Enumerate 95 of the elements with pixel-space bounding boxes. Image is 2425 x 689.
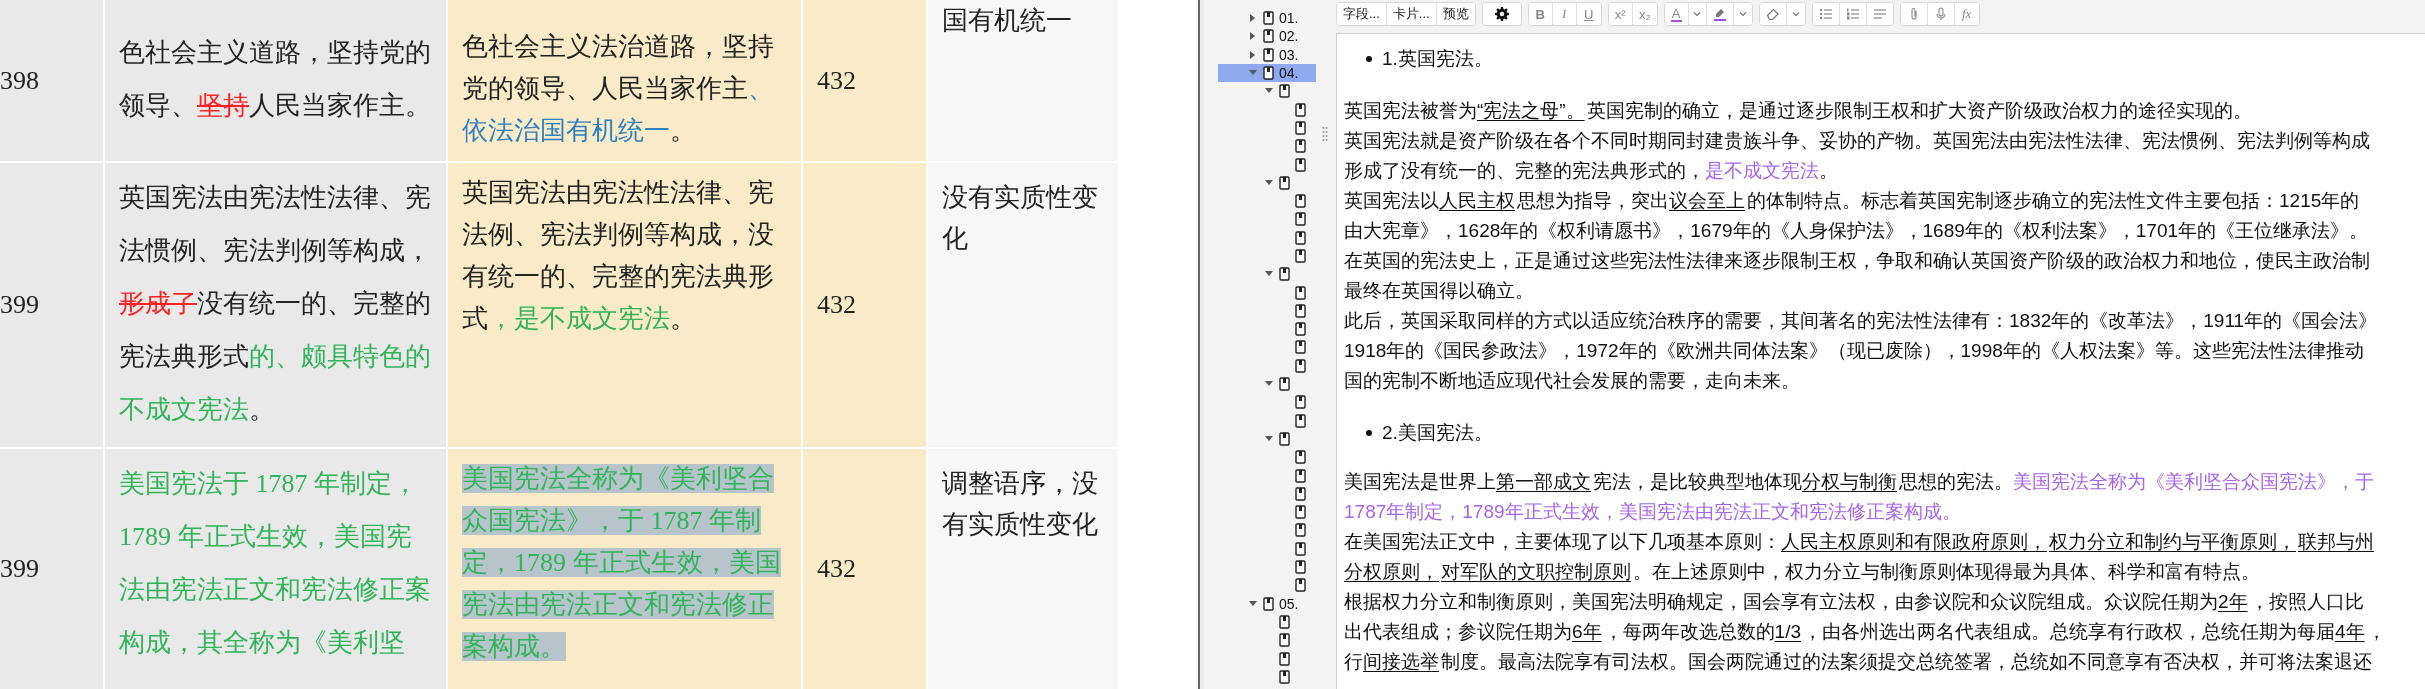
paragraph-line: 最终在英国得以确立。 [1344, 279, 1535, 303]
table-cell: 399 [0, 449, 103, 689]
table-cell: 399 [0, 163, 103, 447]
align-icon [1872, 7, 1887, 21]
note-icon [1295, 102, 1306, 117]
tree-item[interactable]: 03. [1218, 45, 1316, 64]
list-item: 1.英国宪法。 [1382, 47, 1493, 71]
paragraph-line: 英国宪法以人民主权思想为指导，突出议会至上的体制特点。标志着英国宪制逐步确立的宪法性文件主要包括：1215年的 [1344, 189, 2361, 213]
note-icon [1295, 194, 1306, 209]
bold-button[interactable]: B [1528, 3, 1553, 25]
bullet-list-icon [1818, 7, 1833, 21]
paragraph-line: 形成了没有统一的、完整的宪法典形式的，是不成文宪法。 [1344, 159, 1839, 183]
note-icon [1279, 669, 1290, 684]
note-icon [1263, 47, 1274, 62]
note-icon [1295, 560, 1306, 575]
note-icon [1295, 358, 1306, 373]
paragraph-line: 由大宪章》，1628年的《权利请愿书》，1679年的《人身保护法》，1689年的《权利法案》，1701年的《王位继承法》。 [1344, 219, 2370, 243]
microphone-icon [1933, 7, 1948, 21]
note-icon [1295, 468, 1306, 483]
note-icon [1295, 139, 1306, 154]
bullet-icon [1366, 56, 1372, 62]
table-cell: 英国宪法由宪法性法律、宪法例、宪法判例等构成，没有统一的、完整的宪法典形式，是不成文宪法。 [448, 163, 801, 447]
note-icon [1295, 541, 1306, 556]
settings-icon [1494, 7, 1509, 21]
note-icon [1279, 431, 1290, 446]
settings-button[interactable] [1482, 3, 1521, 25]
paragraph-line: 行间接选举制度。最高法院享有司法权。国会两院通过的法案须提交总统签署，总统如不同意享有否决权，并可将法案退还 [1344, 650, 2373, 674]
tree-item[interactable]: 04. [1218, 63, 1316, 83]
table-cell: 调整语序，没有实质性变化 [928, 449, 1118, 689]
note-icon [1295, 230, 1306, 245]
tree-item[interactable]: 01. [1218, 9, 1316, 28]
paragraph-line: 英国宪法被誉为“宪法之母”。英国宪制的确立，是通过逐步限制王权和扩大资产阶级政治权力的途径实现的。 [1344, 99, 2253, 123]
note-icon [1295, 285, 1306, 300]
table-cell: 色社会主义法治道路，坚持党的领导、人民当家作主、依法治国有机统一。 [448, 0, 801, 161]
paragraph-line: 美国宪法是世界上第一部成文 宪法，是比较典型地体现分权与制衡思想的宪法。美国宪法全称为《美利坚合众国宪法》，于 [1344, 470, 2375, 494]
paragraph-line: 分权原则，对军队的文职控制原则。在上述原则中，权力分立与制衡原则体现得最为具体、科学和富有特点。 [1344, 560, 2261, 584]
note-icon [1295, 322, 1306, 337]
note-icon [1295, 450, 1306, 465]
note-icon [1295, 303, 1306, 318]
paragraph-line: 1787年制定，1789年正式生效，美国宪法由宪法正文和宪法修正案构成。 [1344, 500, 1962, 524]
note-icon [1295, 120, 1306, 135]
fields-button[interactable]: 字段... [1337, 3, 1387, 25]
note-icon [1279, 614, 1290, 629]
drag-handle-icon[interactable] [1322, 126, 1328, 142]
note-icon [1295, 523, 1306, 538]
superscript-button[interactable]: x² [1608, 3, 1633, 25]
note-icon [1295, 249, 1306, 263]
table-cell: 432 [803, 0, 926, 161]
note-icon [1295, 395, 1306, 410]
note-icon [1279, 175, 1290, 190]
note-icon [1263, 29, 1274, 44]
caret-icon [1738, 10, 1747, 18]
eraser-button[interactable] [1759, 3, 1787, 25]
table-cell: 没有实质性变化 [928, 163, 1118, 447]
note-icon [1295, 340, 1306, 355]
table-cell: 398 [0, 0, 103, 161]
table-cell: 美国宪法全称为《美利坚合众国宪法》，于 1787 年制定，1789 年正式生效，美国宪法由宪法正文和宪法修正案构成。 [448, 449, 801, 689]
paragraph-line: 在英国的宪法史上，正是通过这些宪法性法律来逐步限制王权，争取和确认英国资产阶级的政治权力和地位，使民主政治制 [1344, 249, 2371, 273]
note-icon [1295, 157, 1306, 172]
note-icon [1295, 212, 1306, 227]
note-icon [1295, 578, 1306, 593]
tree-item[interactable]: 02. [1218, 27, 1316, 46]
caret-icon [1693, 10, 1702, 18]
paragraph-line: 此后，英国采取同样的方式以适应统治秩序的需要，其间著名的宪法性法律有：1832年的《改革法》，1911年的《国会法》 [1344, 309, 2379, 333]
table-cell: 美国宪法于 1787 年制定，1789 年正式生效，美国宪法由宪法正文和宪法修正案构成，其全称为《美利坚 [105, 449, 446, 689]
highlighter-icon [1712, 7, 1727, 21]
tree-item[interactable]: 05. [1218, 594, 1316, 613]
paragraph-line: 1918年的《国民参政法》，1972年的《欧洲共同体法案》（现已废除），1998年的《人权法案》等。这些宪法性法律推动 [1344, 339, 2365, 363]
note-icon [1295, 486, 1306, 501]
note-icon [1279, 267, 1290, 282]
note-icon [1295, 413, 1306, 428]
note-icon [1263, 11, 1274, 26]
text-color-button[interactable]: A [1664, 3, 1689, 25]
paragraph-line: 英国宪法就是资产阶级在各个不同时期同封建贵族斗争、妥协的产物。英国宪法由宪法性法律、宪法惯例、宪法判例等构成 [1344, 129, 2371, 153]
note-icon [1263, 66, 1274, 81]
paragraph-line: 出代表组成；参议院任期为6年，每两年改选总数的1/3，由各州选出两名代表组成。总统享有行政权，总统任期为每届4年， [1344, 620, 2387, 644]
table-cell: 英国宪法由宪法性法律、宪法惯例、宪法判例等构成， 形成了没有统一的、完整的宪法典形式的、颇具特色的不成文宪法。 [105, 163, 446, 447]
paragraph-line: 国的宪制不断地适应现代社会发展的需要，走向未来。 [1344, 369, 1801, 393]
paragraph-line: 在美国宪法正文中，主要体现了以下几项基本原则：人民主权原则和有限政府原则，权力分立和制约与平衡原则，联邦与州 [1344, 530, 2375, 554]
note-icon [1295, 505, 1306, 520]
caret-icon [1791, 10, 1800, 18]
note-icon [1279, 84, 1290, 99]
note-icon [1279, 651, 1290, 666]
table-cell: 432 [803, 163, 926, 447]
bullet-icon [1366, 430, 1372, 436]
eraser-icon [1765, 7, 1780, 21]
note-icon [1279, 633, 1290, 648]
table-cell: 432 [803, 449, 926, 689]
table-cell: 国有机统一 [928, 0, 1118, 161]
table-cell: 色社会主义道路，坚持党的领导、坚持人民当家作主。 [105, 0, 446, 161]
list-item: 2.美国宪法。 [1382, 421, 1493, 445]
paragraph-line: 根据权力分立和制衡原则，美国宪法明确规定，国会享有立法权，由参议院和众议院组成。众议院任期为2年，按照人口比 [1344, 590, 2365, 614]
numbered-list-icon [1845, 7, 1860, 21]
note-icon [1263, 596, 1274, 611]
note-icon [1279, 377, 1290, 392]
